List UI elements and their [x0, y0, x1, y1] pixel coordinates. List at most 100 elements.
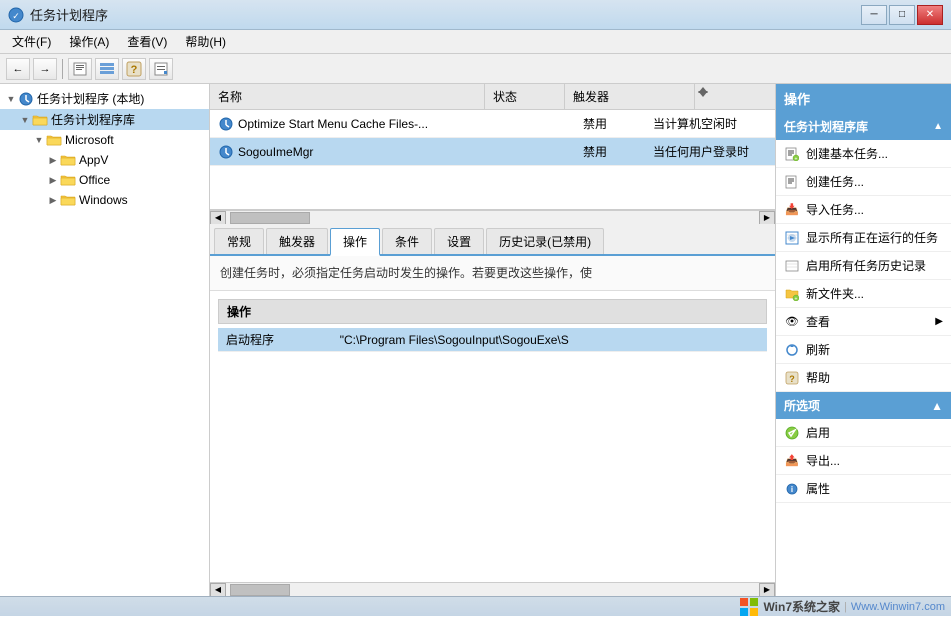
close-button[interactable]: ✕	[917, 5, 943, 25]
task-cell-status-1: 禁用	[575, 141, 645, 162]
right-action-new-folder[interactable]: + 新文件夹...	[776, 280, 951, 308]
expand-icon-microsoft: ▼	[32, 135, 46, 145]
right-action-create-basic[interactable]: + 创建基本任务...	[776, 140, 951, 168]
menu-action[interactable]: 操作(A)	[61, 31, 117, 52]
expand-icon-appv: ▶	[46, 155, 60, 166]
tree-item-library[interactable]: ▼ 任务计划程序库	[0, 109, 209, 130]
right-action-properties[interactable]: i 属性	[776, 475, 951, 503]
right-section-library-header[interactable]: 任务计划程序库 ▲	[776, 113, 951, 140]
right-panel: 操作 任务计划程序库 ▲ + 创建基本任务...	[776, 84, 951, 596]
actions-hscroll-right[interactable]: ▶	[759, 583, 775, 597]
hscroll-left-btn[interactable]: ◀	[210, 211, 226, 225]
folder-library-icon	[32, 112, 48, 128]
task-cell-name-1: SogouImeMgr	[210, 142, 575, 162]
create-task-icon	[784, 174, 800, 190]
right-action-enable[interactable]: 启用	[776, 419, 951, 447]
help-toolbar-button[interactable]: ?	[122, 58, 146, 80]
view-arrow-icon: ▶	[935, 316, 943, 327]
title-bar-left: ✓ 任务计划程序	[8, 5, 108, 24]
status-bar: Win7系统之家 | Www.Winwin7.com	[0, 596, 951, 616]
right-action-enable-history[interactable]: 启用所有任务历史记录	[776, 252, 951, 280]
properties-label: 属性	[806, 480, 830, 497]
status-logo: Win7系统之家 | Www.Winwin7.com	[739, 597, 945, 617]
hscroll-thumb[interactable]	[230, 212, 310, 224]
export-label: 导出...	[806, 452, 840, 469]
expand-icon-library: ▼	[18, 115, 32, 125]
svg-text:+: +	[795, 156, 798, 161]
svg-text:✓: ✓	[12, 11, 20, 21]
right-action-show-running[interactable]: 显示所有正在运行的任务	[776, 224, 951, 252]
tree-item-office[interactable]: ▶ Office	[0, 170, 209, 190]
tab-settings[interactable]: 设置	[434, 228, 484, 254]
tree-item-appv[interactable]: ▶ AppV	[0, 150, 209, 170]
task-cell-trigger-1: 当任何用户登录时	[645, 141, 775, 162]
actions-table-container: 操作 启动程序 "C:\Program Files\SogouInput\Sog…	[210, 291, 775, 582]
create-basic-task-icon: +	[784, 146, 800, 162]
another-button[interactable]	[149, 58, 173, 80]
center-panel: 名称 状态 触发器 Optimize Start	[210, 84, 776, 596]
menu-file[interactable]: 文件(F)	[4, 31, 59, 52]
task-icon-1	[218, 144, 234, 160]
tab-triggers[interactable]: 触发器	[266, 228, 328, 254]
action-type-cell: 启动程序	[218, 328, 332, 352]
new-folder-icon: +	[784, 286, 800, 302]
right-section-selected-header[interactable]: 所选项 ▲	[776, 392, 951, 419]
tab-general[interactable]: 常规	[214, 228, 264, 254]
actions-hscroll-left[interactable]: ◀	[210, 583, 226, 597]
task-row[interactable]: SogouImeMgr 禁用 当任何用户登录时	[210, 138, 775, 166]
create-task-label: 创建任务...	[806, 173, 864, 190]
task-row[interactable]: Optimize Start Menu Cache Files-... 禁用 当…	[210, 110, 775, 138]
create-basic-task-label: 创建基本任务...	[806, 145, 888, 162]
col-header-scroll	[695, 84, 775, 109]
menu-help[interactable]: 帮助(H)	[177, 31, 234, 52]
task-list: Optimize Start Menu Cache Files-... 禁用 当…	[210, 110, 775, 210]
right-action-view[interactable]: 👁 查看 ▶	[776, 308, 951, 336]
view-item-content: 👁 查看	[784, 313, 830, 330]
folder-microsoft-icon	[46, 132, 62, 148]
tree-item-windows[interactable]: ▶ Windows	[0, 190, 209, 210]
right-action-export[interactable]: 📤 导出...	[776, 447, 951, 475]
right-action-create-task[interactable]: 创建任务...	[776, 168, 951, 196]
col-header-trigger: 触发器	[565, 84, 695, 109]
enable-label: 启用	[806, 424, 830, 441]
hscroll-right-btn[interactable]: ▶	[759, 211, 775, 225]
new-task-button[interactable]	[68, 58, 92, 80]
right-action-refresh[interactable]: 刷新	[776, 336, 951, 364]
main-layout: ▼ 任务计划程序 (本地) ▼ 任务计划程序库 ▼ Microsoft	[0, 84, 951, 596]
enable-icon	[784, 425, 800, 441]
expand-icon-root: ▼	[4, 94, 18, 104]
import-task-icon: 📥	[784, 202, 800, 218]
status-logo-sep: |	[844, 601, 847, 613]
left-panel-tree: ▼ 任务计划程序 (本地) ▼ 任务计划程序库 ▼ Microsoft	[0, 84, 210, 596]
task-list-hscroll[interactable]: ◀ ▶	[210, 210, 775, 224]
right-panel-title: 操作	[776, 84, 951, 113]
folder-office-icon	[60, 172, 76, 188]
tab-actions[interactable]: 操作	[330, 228, 380, 256]
tab-description: 创建任务时，必须指定任务启动时发生的操作。若要更改这些操作，使	[210, 256, 775, 291]
menu-bar: 文件(F) 操作(A) 查看(V) 帮助(H)	[0, 30, 951, 54]
maximize-button[interactable]: □	[889, 5, 915, 25]
expand-icon-office: ▶	[46, 175, 60, 186]
right-section-selected-label: 所选项	[784, 397, 820, 414]
refresh-icon	[784, 342, 800, 358]
tab-conditions[interactable]: 条件	[382, 228, 432, 254]
show-all-button[interactable]	[95, 58, 119, 80]
window-controls: ─ □ ✕	[861, 5, 943, 25]
tree-label-office: Office	[79, 173, 110, 187]
tree-item-root[interactable]: ▼ 任务计划程序 (本地)	[0, 88, 209, 109]
menu-view[interactable]: 查看(V)	[119, 31, 175, 52]
actions-hscroll[interactable]: ◀ ▶	[210, 582, 775, 596]
back-button[interactable]: ←	[6, 58, 30, 80]
forward-button[interactable]: →	[33, 58, 57, 80]
expand-icon-windows: ▶	[46, 195, 60, 206]
actions-hscroll-thumb[interactable]	[230, 584, 290, 596]
right-action-help[interactable]: ? 帮助	[776, 364, 951, 392]
toolbar: ← → ?	[0, 54, 951, 84]
table-row[interactable]: 启动程序 "C:\Program Files\SogouInput\SogouE…	[218, 328, 767, 352]
section-selected-arrow: ▲	[931, 399, 943, 413]
right-action-import[interactable]: 📥 导入任务...	[776, 196, 951, 224]
minimize-button[interactable]: ─	[861, 5, 887, 25]
title-bar: ✓ 任务计划程序 ─ □ ✕	[0, 0, 951, 30]
tab-history[interactable]: 历史记录(已禁用)	[486, 228, 604, 254]
tree-item-microsoft[interactable]: ▼ Microsoft	[0, 130, 209, 150]
